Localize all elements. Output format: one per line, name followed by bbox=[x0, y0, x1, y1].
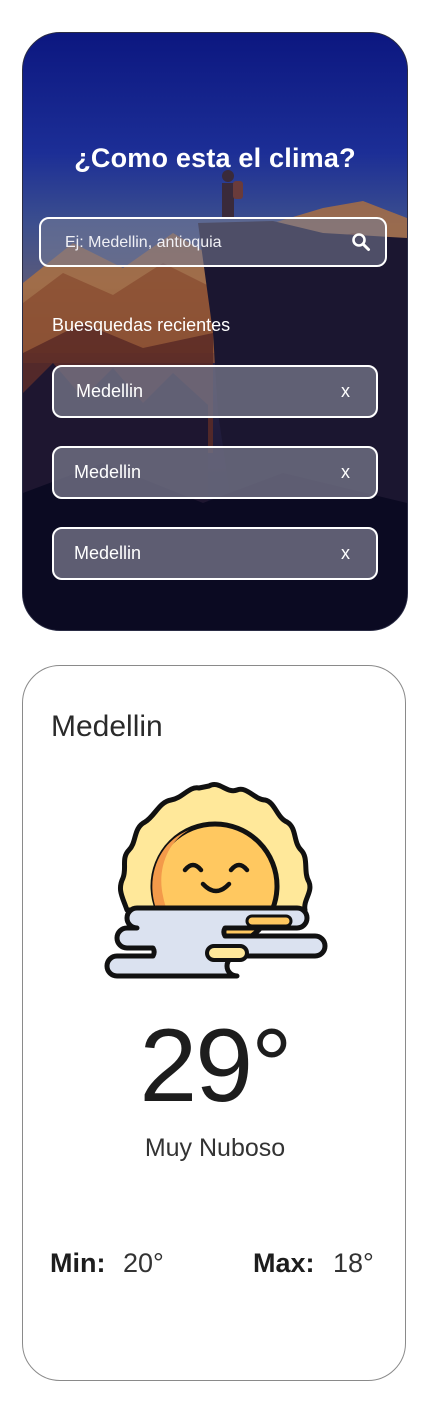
temperature: 29° bbox=[139, 1008, 292, 1124]
sun-behind-cloud-icon bbox=[104, 782, 328, 979]
remove-recent-button[interactable]: x bbox=[341, 381, 350, 402]
remove-recent-button[interactable]: x bbox=[341, 462, 350, 483]
page-title: ¿Como esta el clima? bbox=[74, 143, 356, 173]
weather-condition: Muy Nuboso bbox=[144, 1134, 286, 1162]
max-temp-label: Max: bbox=[253, 1248, 315, 1278]
max-temp-value: 18° bbox=[333, 1248, 374, 1278]
min-temp-label: Min: bbox=[50, 1248, 106, 1278]
city-name: Medellin bbox=[51, 710, 163, 743]
remove-recent-button[interactable]: x bbox=[341, 543, 350, 564]
min-temp-value: 20° bbox=[123, 1248, 164, 1278]
recent-search-label: Medellin bbox=[74, 462, 142, 482]
recent-search-label: Medellin bbox=[76, 381, 144, 401]
search-icon[interactable] bbox=[351, 232, 371, 252]
recent-search-item[interactable]: Medellin x bbox=[52, 365, 378, 418]
recent-search-item[interactable]: Medellin x bbox=[52, 446, 378, 499]
recent-search-label: Medellin bbox=[74, 543, 142, 563]
recent-search-item[interactable]: Medellin x bbox=[52, 527, 378, 580]
weather-card: Medellin 29° Muy Nuboso Min: 20° Max: 18… bbox=[22, 665, 406, 1381]
search-input[interactable] bbox=[63, 219, 337, 267]
recent-searches-heading: Buesquedas recientes bbox=[52, 315, 231, 335]
search-card: ¿Como esta el clima? Buesquedas reciente… bbox=[22, 32, 408, 631]
search-box[interactable] bbox=[39, 217, 387, 267]
